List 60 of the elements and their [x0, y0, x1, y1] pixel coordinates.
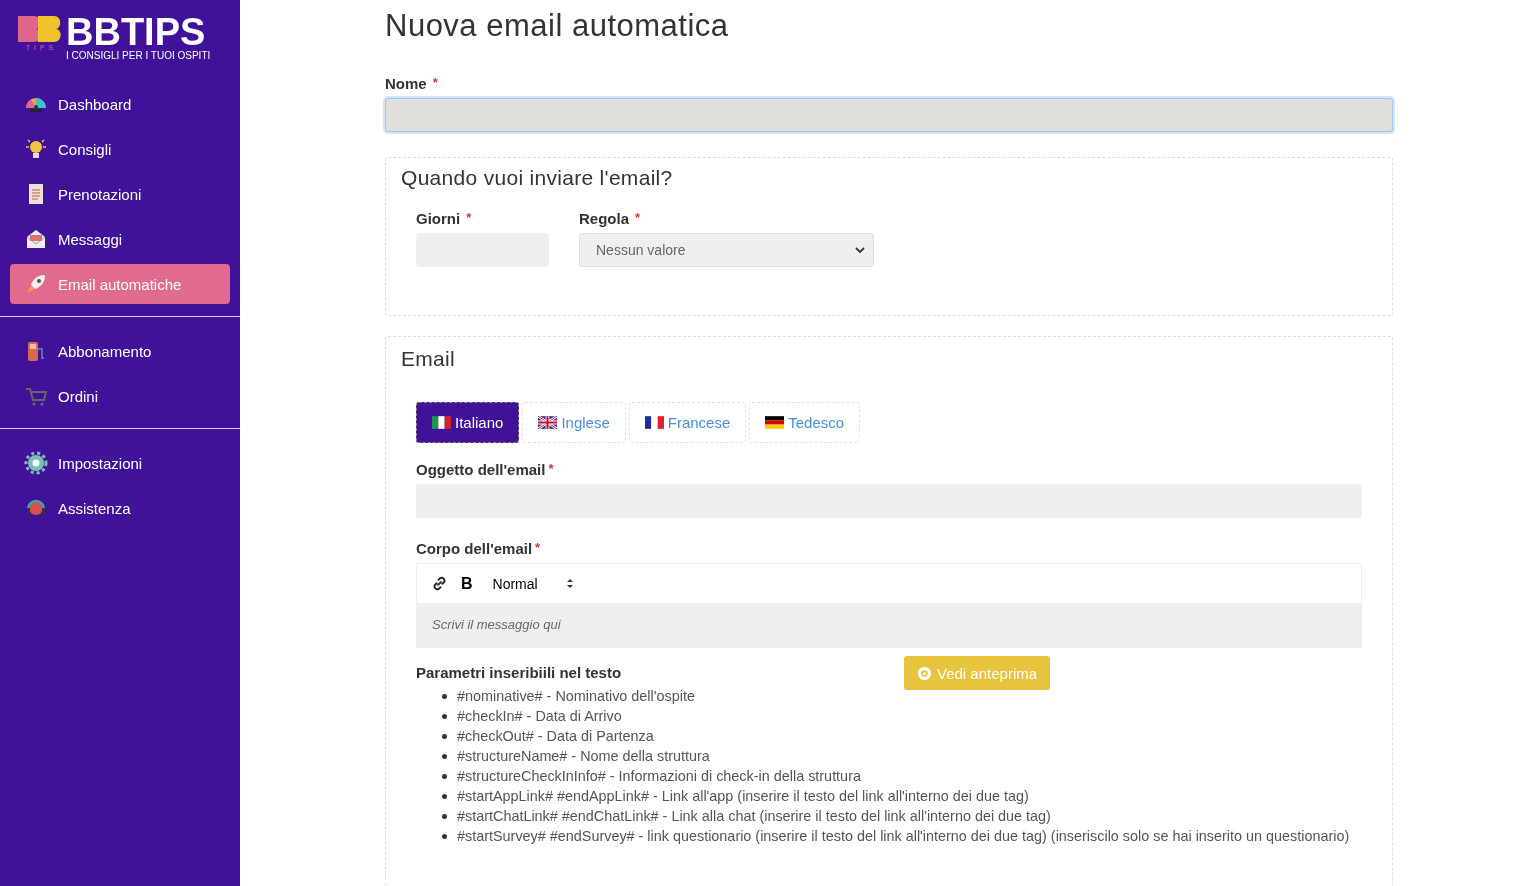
sidebar-item[interactable]: Assistenza [10, 488, 230, 528]
logo-mark-icon [16, 14, 64, 44]
format-select[interactable]: Normal [486, 575, 574, 592]
sidebar-item[interactable]: Ordini [10, 376, 230, 416]
message-textarea[interactable]: Scrivi il messaggio qui [416, 604, 1362, 648]
language-tab[interactable]: Italiano [416, 402, 520, 443]
section-title: Email [401, 347, 456, 371]
parameter-item: #startSurvey# #endSurvey# - link questionario (inserire il testo del link all'interno dei due tag) (inseriscilo solo se hai inserito un questionario) [457, 827, 1350, 846]
logo-tagline: I CONSIGLI PER I TUOI OSPITI [66, 50, 211, 62]
sidebar-item[interactable]: Abbonamento [10, 331, 230, 371]
lightbulb-icon [24, 137, 48, 161]
parameters-heading: Parametri inseribiili nel testo [416, 664, 623, 681]
required-mark: * [635, 210, 641, 227]
field-label: Oggetto dell'email [416, 461, 546, 478]
field-label: Giorni [416, 210, 461, 227]
eye-icon [917, 665, 932, 681]
name-input[interactable] [385, 98, 1393, 132]
bullet-icon [442, 833, 447, 839]
sidebar-item[interactable]: Dashboard [10, 84, 230, 124]
rule-select[interactable]: Nessun valore [579, 233, 874, 267]
bullet-icon [442, 693, 447, 699]
france-flag-icon [644, 416, 664, 429]
bullet-icon [442, 813, 447, 819]
bullet-icon [442, 753, 447, 759]
bullet-icon [442, 733, 447, 739]
rocket-icon [24, 272, 48, 296]
sort-arrows-icon [565, 578, 574, 589]
parameter-item: #startChatLink# #endChatLink# - Link alla chat (inserire il testo del link all'interno dei due tag) [457, 807, 1051, 826]
field-label: Nome [385, 75, 427, 92]
parameter-item: #nominative# - Nominativo dell'ospite [457, 687, 695, 706]
chevron-down-icon [855, 246, 865, 254]
bullet-icon [442, 773, 447, 779]
parameter-item: #structureCheckInInfo# - Informazioni di check-in della struttura [457, 767, 861, 786]
germany-flag-icon [765, 416, 785, 429]
link-icon[interactable] [432, 576, 447, 591]
logo-title: BBTIPS [66, 14, 206, 50]
field-label: Corpo dell'email [416, 540, 533, 557]
sidebar-item[interactable]: Consigli [10, 129, 230, 169]
parameter-item: #startAppLink# #endAppLink# - Link all'app (inserire il testo del link all'interno dei due tag) [457, 787, 1029, 806]
italy-flag-icon [432, 416, 451, 429]
bold-button[interactable]: B [461, 574, 473, 593]
required-mark: * [535, 540, 541, 557]
gear-icon [24, 451, 48, 475]
sidebar-item[interactable]: Messaggi [10, 219, 230, 259]
page-title: Nuova email automatica [385, 8, 730, 45]
section-title: Quando vuoi inviare l'email? [401, 166, 674, 190]
bullet-icon [442, 713, 447, 719]
sidebar-item[interactable]: Impostazioni [10, 443, 230, 483]
bullet-icon [442, 793, 447, 799]
envelope-icon [24, 227, 48, 251]
required-mark: * [548, 461, 554, 478]
parameter-item: #structureName# - Nome della struttura [457, 747, 710, 766]
field-label: Regola [579, 210, 629, 227]
parameter-item: #checkIn# - Data di Arrivo [457, 707, 622, 726]
parameter-item: #checkOut# - Data di Partenza [457, 727, 654, 746]
required-mark: * [432, 75, 438, 92]
language-tab[interactable]: Tedesco [749, 402, 861, 443]
required-mark: * [466, 210, 472, 227]
sidebar-item[interactable]: Prenotazioni [10, 174, 230, 214]
uk-flag-icon [538, 416, 558, 429]
